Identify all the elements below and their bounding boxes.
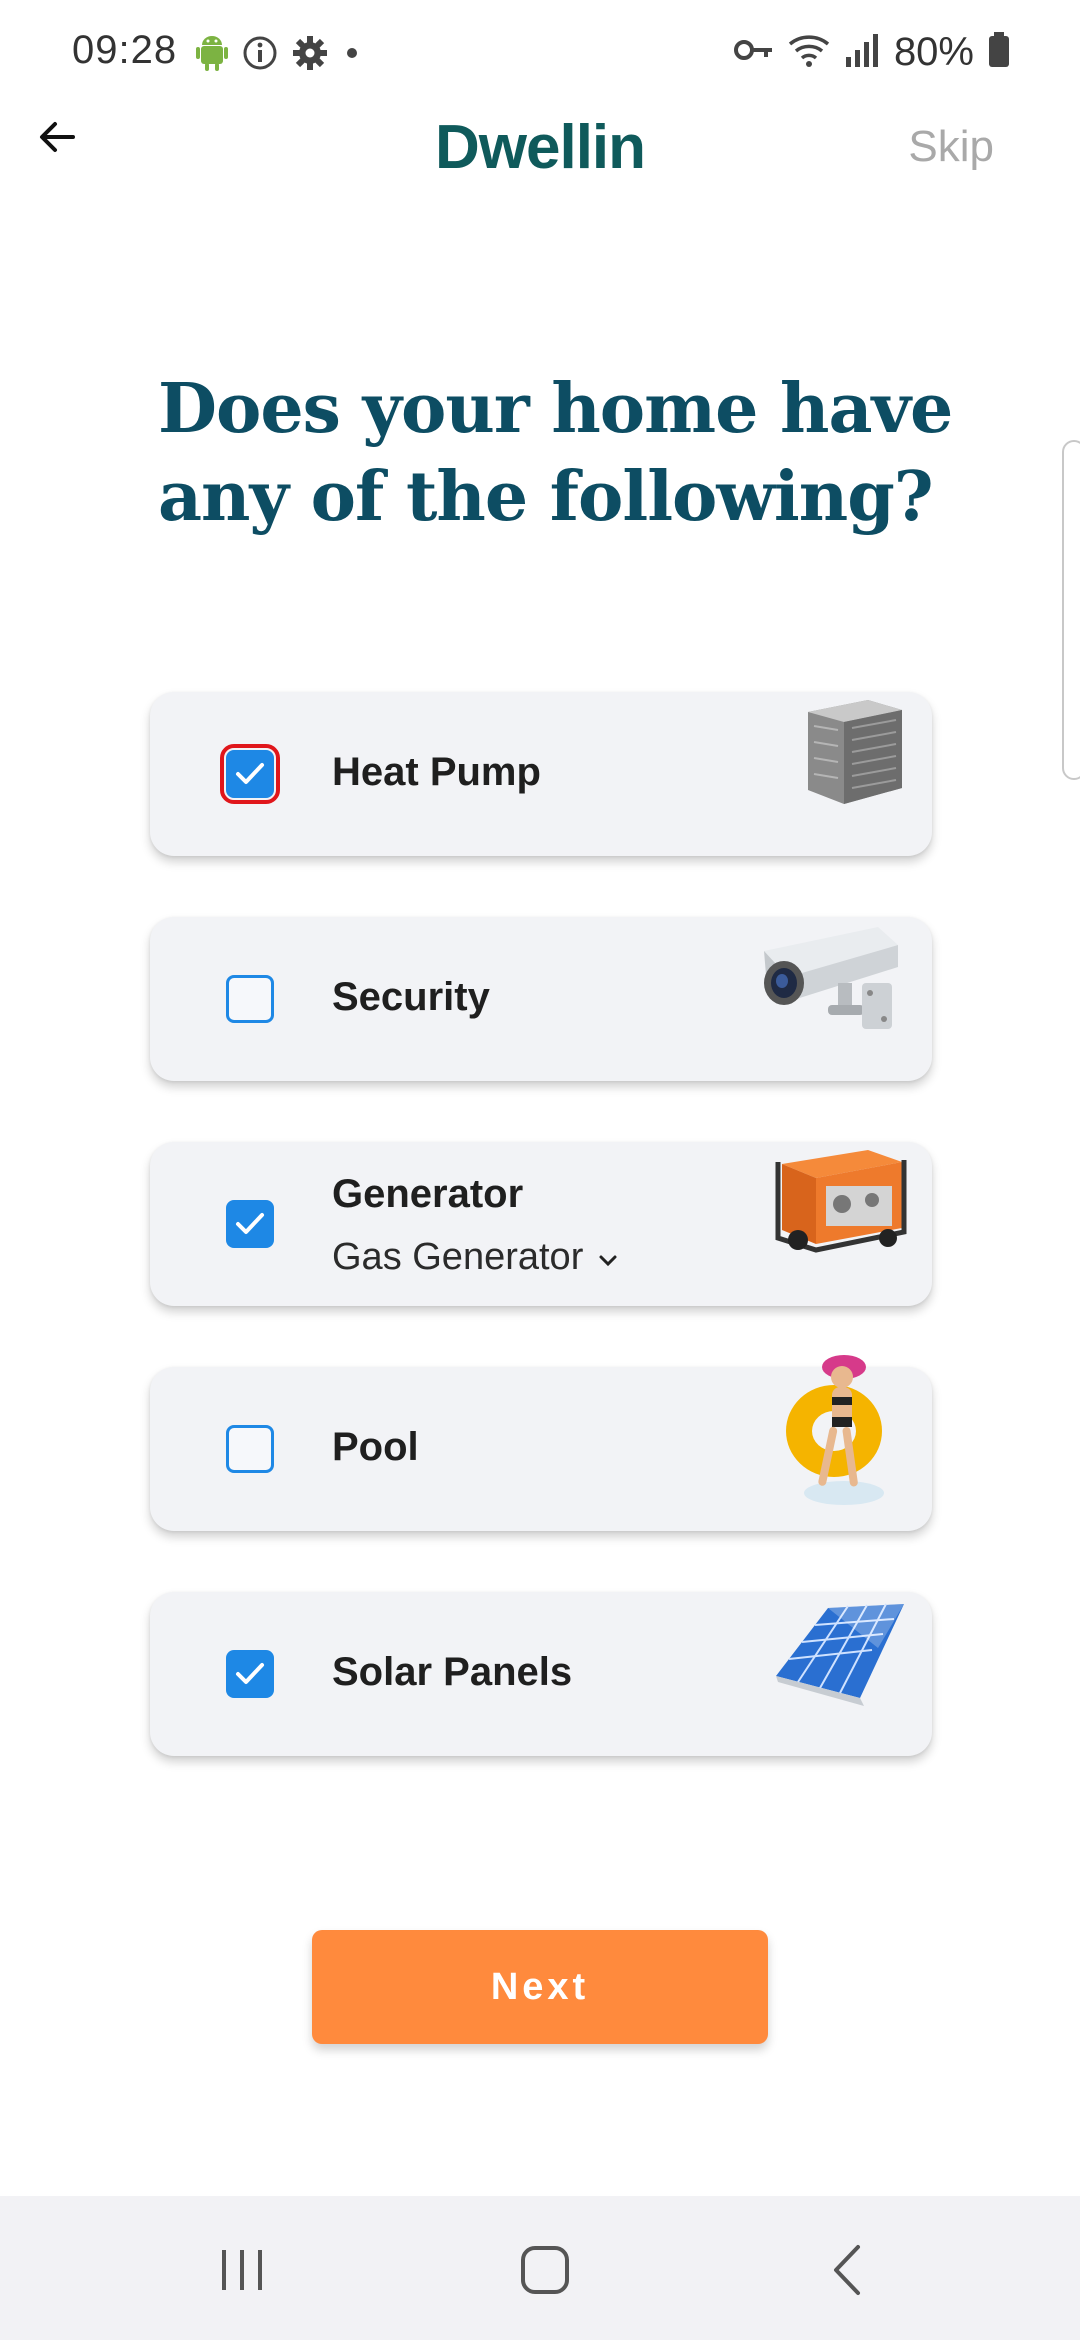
option-card-security[interactable]: Security	[150, 917, 932, 1081]
option-label-solar-panels: Solar Panels	[332, 1650, 573, 1694]
option-card-heat-pump[interactable]: Heat Pump	[150, 692, 932, 856]
generator-type-value: Gas Generator	[332, 1236, 584, 1278]
chevron-down-icon	[597, 1236, 619, 1279]
solar-panel-image	[768, 1598, 908, 1713]
home-button[interactable]	[515, 2242, 575, 2302]
checkmark-icon	[236, 1663, 264, 1684]
vpn-key-icon	[733, 35, 774, 70]
option-card-pool[interactable]: Pool	[150, 1355, 932, 1531]
option-label-pool: Pool	[332, 1425, 419, 1469]
checkbox-generator[interactable]	[226, 1200, 274, 1248]
checkmark-icon	[236, 1213, 264, 1234]
option-label-generator: Generator	[332, 1172, 524, 1216]
settings-icon	[292, 35, 328, 76]
option-label-security: Security	[332, 975, 490, 1019]
option-card-generator[interactable]: Generator Gas Generator	[150, 1142, 932, 1306]
android-icon	[196, 34, 228, 77]
status-time: 09:28	[72, 28, 178, 72]
chevron-left-icon	[828, 2243, 868, 2302]
system-back-button[interactable]	[818, 2242, 878, 2302]
option-label-heat-pump: Heat Pump	[332, 750, 541, 794]
dot-icon	[342, 43, 362, 68]
recent-apps-icon	[217, 2245, 267, 2300]
checkbox-heat-pump[interactable]	[220, 744, 280, 804]
wifi-icon	[788, 32, 830, 73]
signal-icon	[844, 33, 880, 72]
heading-line-1: Does your home have	[158, 369, 953, 449]
page-heading: Does your home have any of the following…	[158, 365, 958, 541]
heat-pump-image	[798, 692, 908, 815]
generator-image	[768, 1142, 908, 1263]
checkbox-pool[interactable]	[226, 1425, 274, 1473]
info-icon	[242, 35, 278, 76]
recent-apps-button[interactable]	[212, 2242, 272, 2302]
battery-percent: 80%	[893, 30, 974, 74]
status-bar: 09:28 80%	[0, 0, 1080, 110]
system-nav-bar	[0, 2196, 1080, 2340]
heading-line-2: any of the following?	[158, 457, 934, 537]
checkmark-icon	[236, 763, 264, 784]
checkbox-solar-panels[interactable]	[226, 1650, 274, 1698]
battery-icon	[988, 32, 1010, 73]
option-card-solar-panels[interactable]: Solar Panels	[150, 1592, 932, 1756]
security-camera-image	[758, 921, 908, 1042]
generator-type-dropdown[interactable]: Gas Generator	[332, 1236, 619, 1279]
skip-button[interactable]: Skip	[908, 122, 994, 172]
edge-panel-handle[interactable]	[1062, 440, 1080, 780]
checkbox-security[interactable]	[226, 975, 274, 1023]
next-button[interactable]: Next	[312, 1930, 768, 2044]
pool-image	[784, 1343, 888, 1518]
home-icon	[519, 2244, 571, 2301]
